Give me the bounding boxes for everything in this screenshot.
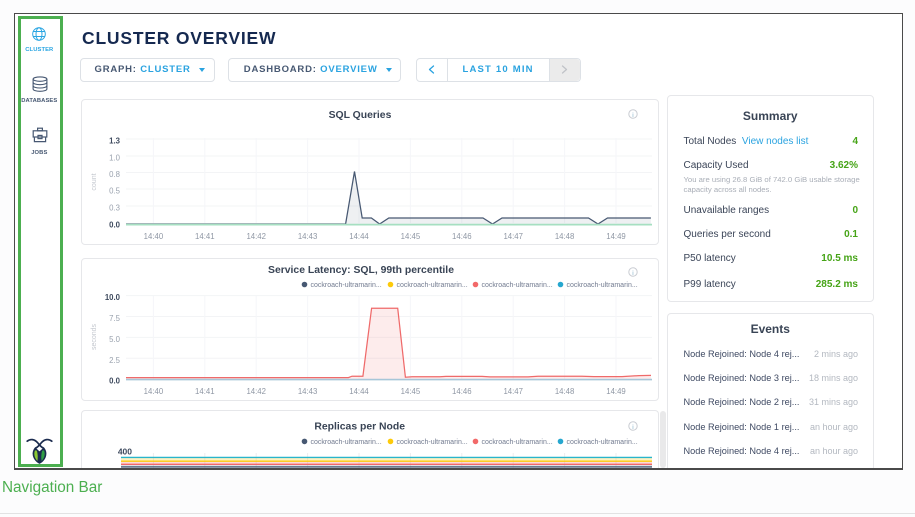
- svg-text:0.0: 0.0: [109, 376, 121, 385]
- svg-text:14:46: 14:46: [452, 387, 472, 396]
- svg-text:2.5: 2.5: [109, 355, 121, 364]
- svg-text:14:47: 14:47: [503, 232, 523, 241]
- svg-text:14:40: 14:40: [143, 232, 163, 241]
- svg-text:cockroach-ultramarin...: cockroach-ultramarin...: [481, 282, 552, 289]
- svg-text:14:41: 14:41: [195, 387, 215, 396]
- svg-text:14:46: 14:46: [452, 232, 472, 241]
- svg-text:400: 400: [117, 446, 131, 456]
- svg-text:14:42: 14:42: [246, 232, 266, 241]
- svg-text:14:48: 14:48: [554, 232, 574, 241]
- svg-text:14:44: 14:44: [349, 387, 369, 396]
- svg-text:14:49: 14:49: [606, 232, 626, 241]
- svg-text:10.0: 10.0: [104, 293, 120, 302]
- svg-text:14:47: 14:47: [503, 387, 523, 396]
- svg-text:14:45: 14:45: [400, 387, 420, 396]
- svg-text:i: i: [632, 424, 633, 431]
- svg-text:14:43: 14:43: [297, 232, 317, 241]
- svg-text:i: i: [632, 270, 633, 277]
- svg-text:14:45: 14:45: [400, 232, 420, 241]
- svg-text:count: count: [91, 173, 98, 190]
- svg-text:14:42: 14:42: [246, 387, 266, 396]
- svg-text:14:41: 14:41: [195, 232, 215, 241]
- svg-text:0.5: 0.5: [109, 186, 121, 195]
- svg-text:7.5: 7.5: [109, 314, 121, 323]
- svg-text:Replicas per Node: Replicas per Node: [314, 421, 405, 432]
- svg-text:cockroach-ultramarin...: cockroach-ultramarin...: [566, 438, 637, 445]
- svg-text:SQL Queries: SQL Queries: [328, 110, 391, 121]
- svg-text:cockroach-ultramarin...: cockroach-ultramarin...: [396, 438, 467, 445]
- svg-text:Service Latency: SQL, 99th per: Service Latency: SQL, 99th percentile: [268, 265, 454, 276]
- svg-text:i: i: [632, 112, 633, 119]
- svg-text:5.0: 5.0: [109, 334, 121, 343]
- svg-text:14:43: 14:43: [297, 387, 317, 396]
- svg-text:0.8: 0.8: [109, 170, 120, 179]
- svg-text:14:49: 14:49: [606, 387, 626, 396]
- svg-text:0.0: 0.0: [109, 220, 121, 229]
- svg-text:cockroach-ultramarin...: cockroach-ultramarin...: [396, 282, 467, 289]
- svg-text:seconds: seconds: [91, 323, 98, 350]
- svg-text:cockroach-ultramarin...: cockroach-ultramarin...: [310, 438, 381, 445]
- svg-text:0.3: 0.3: [109, 203, 120, 212]
- svg-text:14:40: 14:40: [143, 387, 163, 396]
- svg-text:14:48: 14:48: [554, 387, 574, 396]
- svg-text:cockroach-ultramarin...: cockroach-ultramarin...: [310, 282, 381, 289]
- svg-text:1.3: 1.3: [109, 136, 121, 145]
- svg-text:cockroach-ultramarin...: cockroach-ultramarin...: [481, 438, 552, 445]
- svg-text:cockroach-ultramarin...: cockroach-ultramarin...: [566, 282, 637, 289]
- svg-text:1.0: 1.0: [109, 153, 121, 162]
- svg-text:14:44: 14:44: [349, 232, 369, 241]
